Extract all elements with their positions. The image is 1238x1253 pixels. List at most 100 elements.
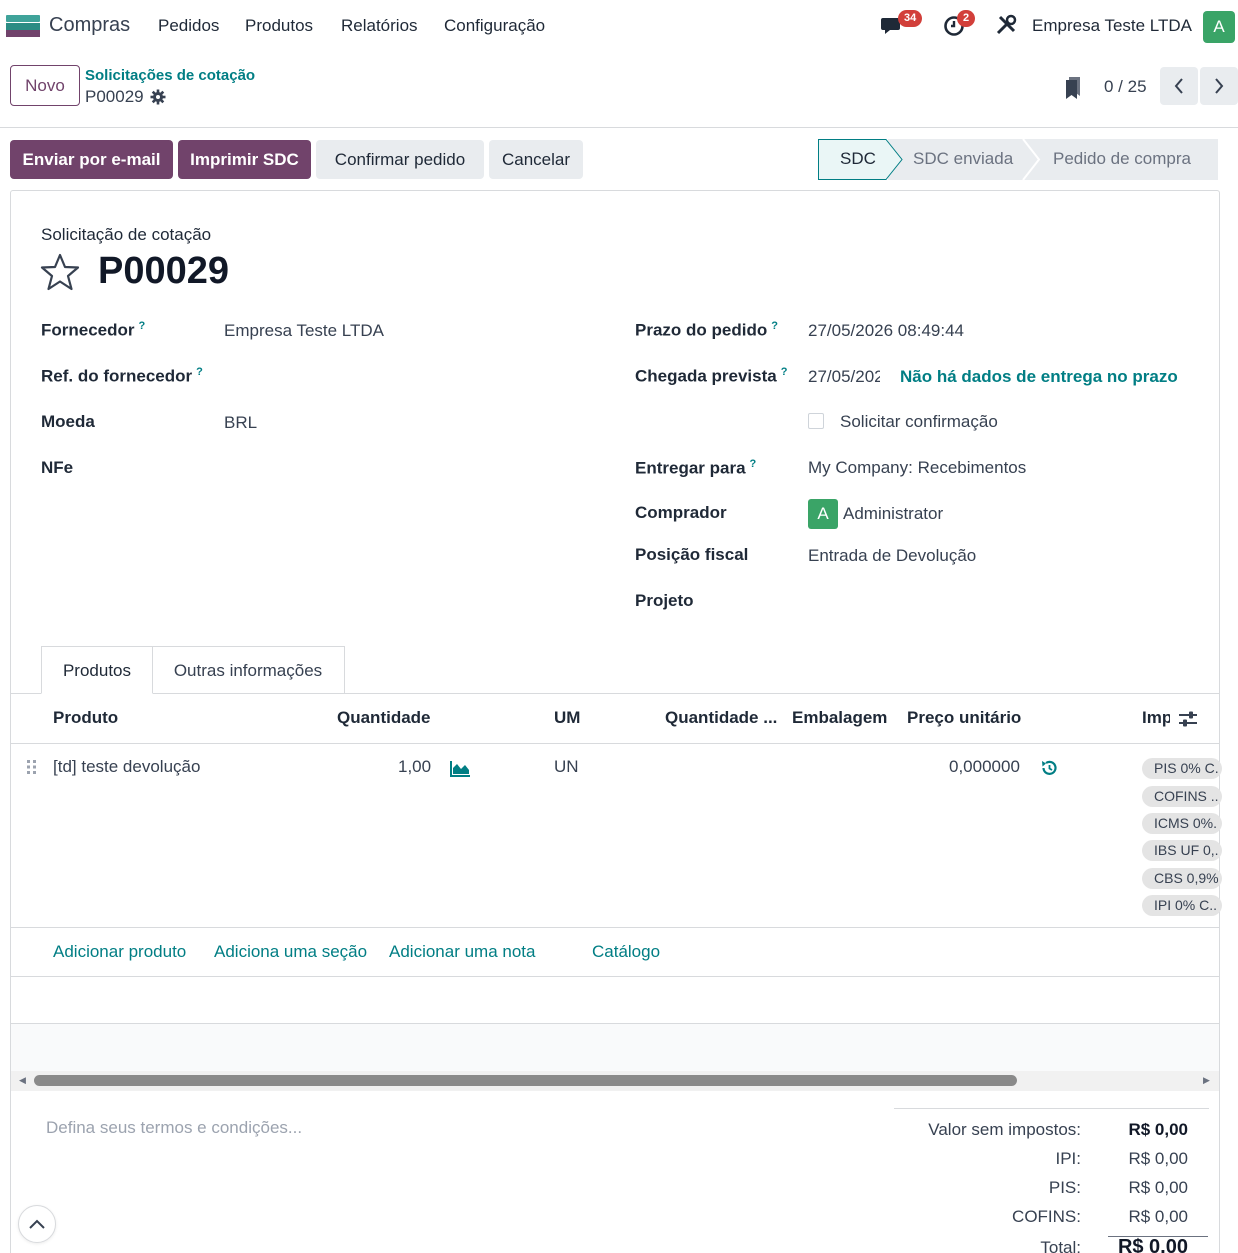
- tax-tag-ipi[interactable]: IPI 0% C..: [1142, 895, 1222, 916]
- row-product[interactable]: [td] teste devolução: [53, 757, 200, 777]
- app-name[interactable]: Compras: [49, 14, 130, 37]
- pager-value[interactable]: 0 / 25: [1104, 77, 1147, 97]
- help-icon: ?: [771, 320, 778, 332]
- subtotal-label: Valor sem impostos:: [928, 1120, 1081, 1139]
- totals-divider: [894, 1108, 1209, 1109]
- tab-produtos[interactable]: Produtos: [41, 646, 153, 694]
- col-preco-unitario[interactable]: Preço unitário: [907, 708, 1021, 728]
- breadcrumb-current-record: P00029: [85, 87, 144, 106]
- new-button[interactable]: Novo: [10, 65, 80, 106]
- fiscal-position-label: Posição fiscal: [635, 545, 749, 564]
- forecast-chart-icon[interactable]: [450, 760, 471, 782]
- tax-tag-cofins[interactable]: COFINS ..: [1142, 786, 1222, 807]
- print-rfq-button[interactable]: Imprimir SDC: [178, 140, 311, 179]
- order-deadline-label: Prazo do pedido?: [635, 320, 778, 340]
- col-quantidade-recebida[interactable]: Quantidade ...: [665, 708, 780, 728]
- company-switcher[interactable]: Empresa Teste LTDA: [1032, 16, 1192, 36]
- menu-produtos[interactable]: Produtos: [245, 16, 313, 36]
- tab-outras-informacoes[interactable]: Outras informações: [152, 646, 345, 694]
- user-avatar[interactable]: A: [1203, 11, 1235, 43]
- buyer-label: Comprador: [635, 503, 727, 522]
- horizontal-scrollbar-thumb[interactable]: [34, 1075, 1017, 1086]
- gear-icon[interactable]: [150, 89, 166, 110]
- send-email-button[interactable]: Enviar por e-mail: [10, 140, 173, 179]
- stage-rfq-sent[interactable]: SDC enviada: [913, 149, 1013, 169]
- tax-tag-pis[interactable]: PIS 0% C.: [1142, 758, 1222, 779]
- col-impostos[interactable]: Impostos: [1142, 708, 1170, 728]
- scroll-right-icon[interactable]: ▶: [1203, 1075, 1210, 1086]
- row-divider: [11, 976, 1219, 977]
- deliver-to-field[interactable]: My Company: Recebimentos: [808, 458, 1026, 478]
- scroll-left-icon[interactable]: ◀: [19, 1075, 26, 1086]
- drag-handle-icon[interactable]: [26, 759, 38, 780]
- ipi-label: IPI:: [1055, 1149, 1081, 1168]
- star-icon[interactable]: [40, 253, 80, 296]
- vendor-ref-field[interactable]: [224, 366, 584, 388]
- cofins-value: R$ 0,00: [1128, 1207, 1188, 1226]
- app-logo-icon[interactable]: [6, 15, 40, 37]
- document-type-label: Solicitação de cotação: [41, 225, 212, 244]
- ask-confirmation-checkbox[interactable]: [808, 413, 824, 429]
- row-quantity[interactable]: 1,00: [398, 757, 431, 777]
- menu-relatorios[interactable]: Relatórios: [341, 16, 418, 36]
- control-panel-divider: [0, 127, 1238, 128]
- tax-tag-ibs[interactable]: IBS UF 0,.: [1142, 840, 1222, 861]
- cancel-button[interactable]: Cancelar: [489, 140, 583, 179]
- breadcrumb-rfq-list[interactable]: Solicitações de cotação: [85, 67, 255, 84]
- col-produto[interactable]: Produto: [53, 708, 118, 728]
- vendor-label: Fornecedor?: [41, 320, 146, 340]
- nfe-label: NFe: [41, 458, 74, 477]
- table-header-divider: [11, 743, 1219, 744]
- tax-tag-icms[interactable]: ICMS 0%.: [1142, 813, 1222, 834]
- subtotal-value: R$ 0,00: [1128, 1120, 1188, 1139]
- tools-icon[interactable]: [995, 14, 1017, 41]
- history-icon[interactable]: [1040, 759, 1058, 782]
- cofins-label: COFINS:: [1012, 1207, 1081, 1226]
- col-um[interactable]: UM: [554, 708, 580, 728]
- column-settings-icon[interactable]: [1178, 710, 1198, 733]
- menu-pedidos[interactable]: Pedidos: [158, 16, 219, 36]
- table-footer-row: [11, 1024, 1219, 1071]
- row-price[interactable]: 0,000000: [949, 757, 1020, 777]
- top-navbar: Compras Pedidos Produtos Relatórios Conf…: [0, 0, 1238, 54]
- tax-tag-cbs[interactable]: CBS 0,9%: [1142, 868, 1222, 889]
- add-product-link[interactable]: Adicionar produto: [53, 942, 186, 962]
- pis-label: PIS:: [1048, 1178, 1081, 1197]
- ask-confirmation-label: Solicitar confirmação: [840, 412, 998, 431]
- messages-badge: 34: [898, 10, 923, 27]
- currency-field[interactable]: BRL: [224, 413, 257, 433]
- col-quantidade[interactable]: Quantidade: [337, 708, 431, 728]
- expected-arrival-field[interactable]: 27/05/2026: [808, 367, 880, 387]
- no-delivery-data-warning: Não há dados de entrega no prazo: [900, 367, 1178, 386]
- vendor-ref-label: Ref. do fornecedor?: [41, 366, 203, 386]
- pager-previous-button[interactable]: [1160, 67, 1198, 105]
- help-icon: ?: [138, 320, 146, 332]
- row-uom[interactable]: UN: [554, 757, 579, 777]
- ipi-value: R$ 0,00: [1128, 1149, 1188, 1168]
- add-note-link[interactable]: Adicionar uma nota: [389, 942, 535, 962]
- add-section-link[interactable]: Adiciona uma seção: [214, 942, 367, 962]
- catalog-link[interactable]: Catálogo: [592, 942, 660, 962]
- pager-next-button[interactable]: [1200, 67, 1238, 105]
- vendor-field[interactable]: Empresa Teste LTDA: [224, 321, 384, 341]
- chevron-right-icon: [1215, 78, 1224, 94]
- total-label: Total:: [1040, 1238, 1081, 1253]
- page-title: P00029: [98, 250, 230, 292]
- chevron-left-icon: [1174, 78, 1183, 94]
- fiscal-position-field[interactable]: Entrada de Devolução: [808, 546, 976, 566]
- col-embalagem[interactable]: Embalagem: [792, 708, 887, 728]
- stage-rfq[interactable]: SDC: [840, 149, 876, 169]
- help-icon: ?: [196, 366, 203, 378]
- buyer-field[interactable]: Administrator: [843, 504, 943, 524]
- stage-purchase-order[interactable]: Pedido de compra: [1053, 149, 1191, 169]
- order-deadline-field[interactable]: 27/05/2026 08:49:44: [808, 321, 964, 341]
- terms-conditions-input[interactable]: Defina seus termos e condições...: [46, 1118, 302, 1138]
- bookmark-icon[interactable]: [1064, 76, 1084, 105]
- project-label: Projeto: [635, 591, 694, 610]
- form-sheet: [10, 190, 1220, 1253]
- scroll-to-top-button[interactable]: [18, 1205, 56, 1243]
- help-icon: ?: [749, 458, 757, 470]
- confirm-order-button[interactable]: Confirmar pedido: [316, 140, 484, 179]
- expected-arrival-label: Chegada prevista?: [635, 366, 788, 386]
- menu-configuracao[interactable]: Configuração: [444, 16, 545, 36]
